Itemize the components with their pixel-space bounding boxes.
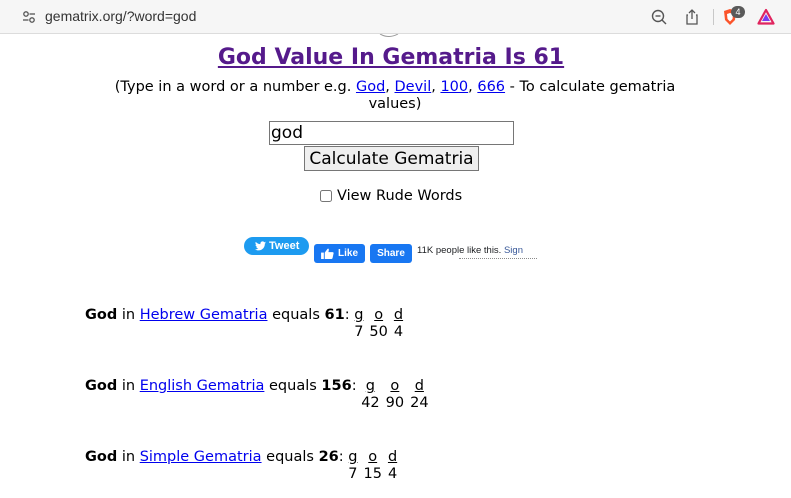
- letter-cell: g7: [354, 307, 363, 341]
- result-equals: equals: [272, 307, 320, 323]
- example-link-god[interactable]: God: [356, 79, 385, 95]
- letter-value: 90: [385, 395, 405, 411]
- letter: o: [374, 307, 384, 323]
- page-title[interactable]: God Value In Gematria Is 61: [0, 45, 782, 70]
- letter: d: [393, 307, 404, 323]
- result-equals: equals: [269, 378, 317, 394]
- instructions: (Type in a word or a number e.g. God, De…: [114, 79, 676, 112]
- facebook-widget-clipped-line: [459, 258, 537, 262]
- letter: g: [354, 307, 364, 323]
- letter: d: [414, 378, 424, 394]
- example-link-100[interactable]: 100: [440, 79, 468, 95]
- like-count-text: 11K people like this.: [417, 245, 502, 256]
- hebrew-gematria-link[interactable]: Hebrew Gematria: [140, 307, 268, 323]
- letter-value: 4: [387, 466, 398, 482]
- result-total: 156: [321, 378, 352, 394]
- letter-cell: g7: [348, 449, 357, 483]
- letter-cell: d4: [388, 449, 397, 483]
- site-settings-icon[interactable]: [22, 10, 36, 24]
- logo-image-edge: [379, 34, 399, 37]
- result-word: God: [85, 449, 118, 465]
- word-input[interactable]: [269, 121, 514, 145]
- letter-value: 15: [363, 466, 382, 482]
- share-icon[interactable]: [683, 8, 701, 26]
- letter-value: 4: [393, 324, 404, 340]
- result-word: God: [85, 307, 118, 323]
- letter: o: [368, 449, 378, 465]
- tweet-button[interactable]: Tweet: [244, 237, 309, 255]
- letter-value: 24: [410, 395, 429, 411]
- letter-cell: o 50: [369, 307, 387, 341]
- like-label: Like: [338, 248, 359, 259]
- facebook-like-button[interactable]: Like: [314, 244, 365, 263]
- sign-up-link[interactable]: Sign: [504, 245, 523, 256]
- letter-breakdown: g 7 o 15 d 4: [348, 449, 403, 483]
- result-hebrew: God in Hebrew Gematria equals 61: g 7 o 50 d…: [85, 307, 409, 341]
- letter-cell: g 42: [361, 378, 379, 412]
- simple-gematria-link[interactable]: Simple Gematria: [140, 449, 262, 465]
- result-total: 61: [324, 307, 345, 323]
- result-english: God in English Gematria equals 156: g 42 o…: [85, 378, 435, 412]
- result-simple: God in Simple Gematria equals 26: g 7 o 15 d…: [85, 449, 403, 483]
- english-gematria-link[interactable]: English Gematria: [140, 378, 265, 394]
- letter-cell: o 90: [386, 378, 404, 412]
- browser-toolbar: gematrix.org/?word=god 4: [0, 0, 791, 34]
- thumbs-up-icon: [321, 248, 334, 259]
- result-in: in: [121, 449, 136, 465]
- calculate-gematria-button[interactable]: Calculate Gematria: [304, 146, 479, 171]
- brave-rewards-icon[interactable]: [757, 8, 775, 26]
- toolbar-separator: [713, 9, 714, 25]
- letter: d: [387, 449, 398, 465]
- result-in: in: [121, 378, 136, 394]
- letter-cell: d4: [394, 307, 403, 341]
- letter-value: 7: [354, 324, 364, 340]
- letter: g: [365, 378, 376, 394]
- view-rude-words-label[interactable]: View Rude Words: [337, 188, 462, 204]
- twitter-bird-icon: [255, 241, 266, 251]
- shields-badge: 4: [731, 6, 745, 18]
- result-in: in: [121, 307, 136, 323]
- letter: o: [390, 378, 400, 394]
- example-link-devil[interactable]: Devil: [395, 79, 432, 95]
- letter-value: 7: [348, 466, 358, 482]
- instructions-prefix: (Type in a word or a number e.g.: [114, 79, 356, 95]
- letter-breakdown: g 42 o 90 d 24: [361, 378, 434, 412]
- letter-cell: d 24: [410, 378, 428, 412]
- letter-breakdown: g 7 o 50 d 4: [354, 307, 409, 341]
- letter-value: 50: [369, 324, 388, 340]
- letter: g: [348, 449, 358, 465]
- facebook-share-button[interactable]: Share: [370, 244, 412, 263]
- letter-value: 42: [361, 395, 380, 411]
- zoom-icon[interactable]: [650, 8, 668, 26]
- tweet-label: Tweet: [269, 240, 300, 252]
- view-rude-words-checkbox[interactable]: [320, 190, 332, 202]
- example-link-666[interactable]: 666: [477, 79, 505, 95]
- result-equals: equals: [266, 449, 314, 465]
- result-total: 26: [318, 449, 339, 465]
- address-bar[interactable]: gematrix.org/?word=god: [45, 8, 196, 24]
- result-word: God: [85, 378, 118, 394]
- letter-cell: o 15: [363, 449, 381, 483]
